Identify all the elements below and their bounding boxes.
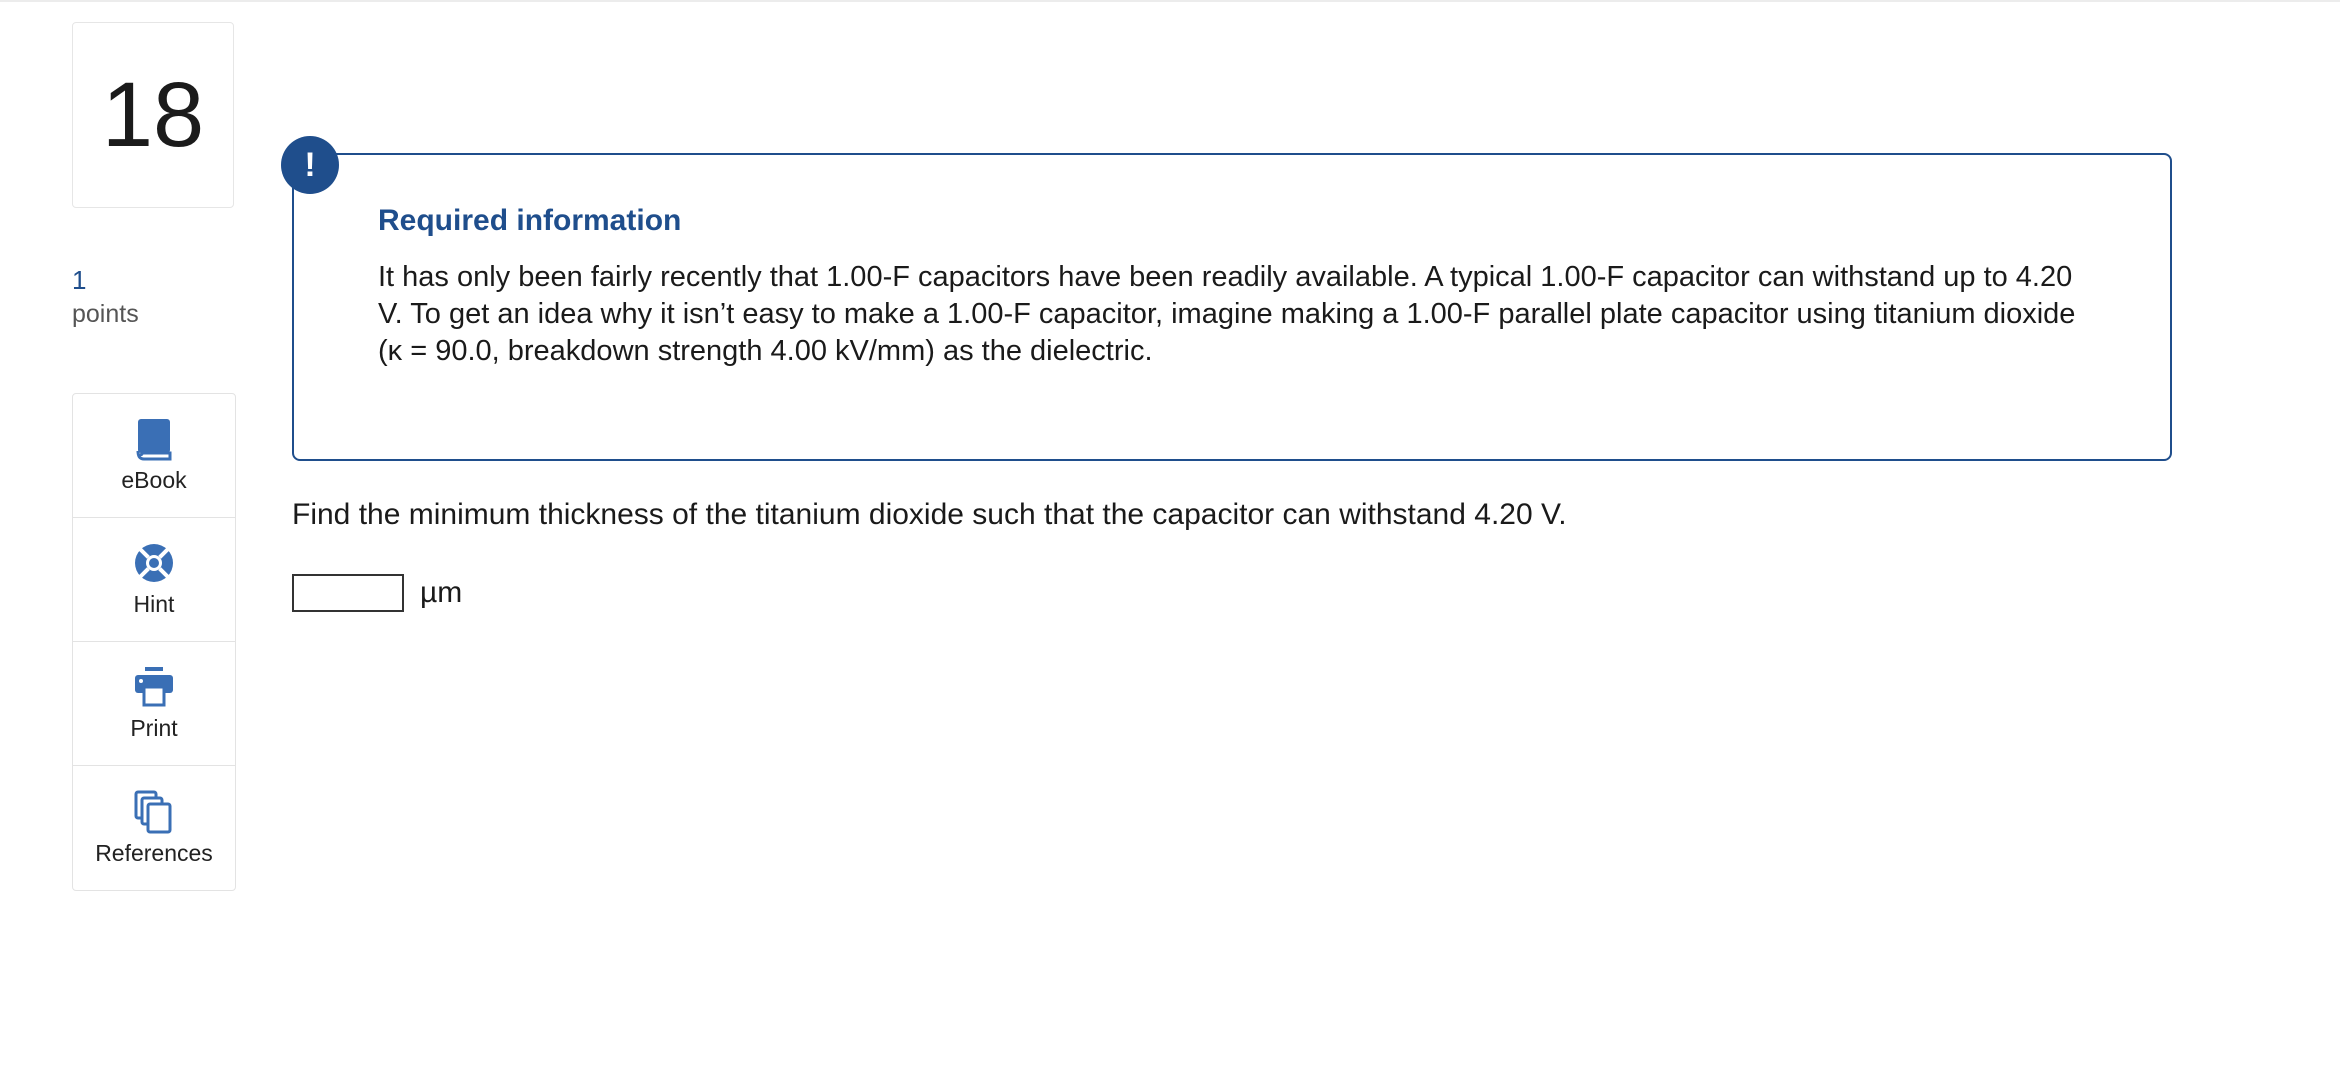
tools-panel: eBook Hint Print References <box>72 393 236 891</box>
hint-button[interactable]: Hint <box>73 518 235 642</box>
lifebuoy-icon <box>132 541 176 585</box>
ebook-button[interactable]: eBook <box>73 394 235 518</box>
references-button[interactable]: References <box>73 766 235 890</box>
print-button[interactable]: Print <box>73 642 235 766</box>
ebook-label: eBook <box>121 467 187 493</box>
alert-title: Required information <box>378 204 682 237</box>
alert-body: It has only been fairly recently that 1.… <box>378 261 2076 367</box>
copy-icon <box>132 790 176 834</box>
hint-label: Hint <box>133 591 175 617</box>
answer-input[interactable] <box>292 574 404 612</box>
question-prompt: Find the minimum thickness of the titani… <box>292 498 1567 531</box>
references-label: References <box>95 839 213 866</box>
answer-unit: µm <box>420 576 463 609</box>
answer-row: µm <box>292 574 462 612</box>
book-icon <box>132 417 176 461</box>
points-value: 1 <box>72 265 87 295</box>
points-label: points <box>72 300 139 328</box>
question-number: 18 <box>72 22 234 208</box>
print-label: Print <box>130 715 178 741</box>
top-divider <box>0 0 2340 2</box>
printer-icon <box>132 665 176 709</box>
alert-icon: ! <box>281 136 339 194</box>
points-block: 1 points <box>72 263 212 331</box>
